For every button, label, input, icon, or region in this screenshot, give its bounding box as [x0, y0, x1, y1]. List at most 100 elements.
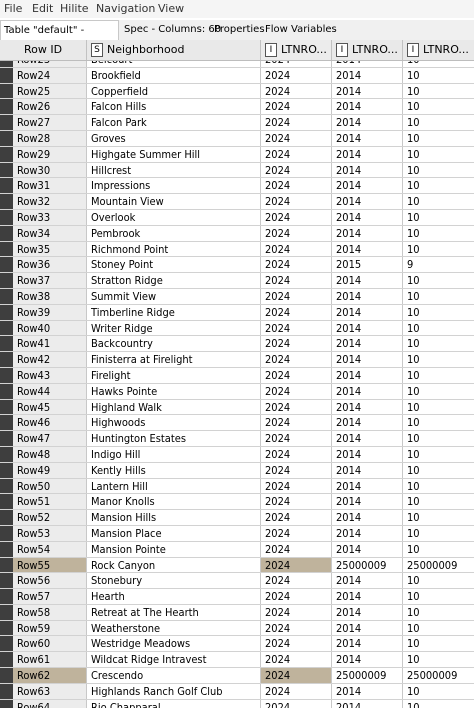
ltnro-1-cell[interactable]: 2024: [261, 320, 332, 336]
ltnro-3-cell[interactable]: 10: [403, 700, 474, 708]
ltnro-1-cell[interactable]: 2024: [261, 636, 332, 652]
neighborhood-cell[interactable]: Highgate Summer Hill: [87, 146, 261, 162]
ltnro-2-cell[interactable]: 2014: [332, 115, 403, 130]
row-id-cell[interactable]: Row61: [13, 652, 87, 668]
table-row[interactable]: Row23Belcourt2024201410: [0, 61, 474, 68]
neighborhood-cell[interactable]: Hillcrest: [87, 162, 261, 178]
table-row[interactable]: Row59 Weatherstone 2024 2014 10: [0, 620, 474, 637]
ltnro-1-cell[interactable]: 2024: [261, 494, 332, 510]
header-neighborhood[interactable]: S Neighborhood: [87, 40, 261, 60]
ltnro-1-cell[interactable]: 2024: [261, 194, 332, 209]
ltnro-3-cell[interactable]: 10: [403, 99, 474, 114]
row-id-cell[interactable]: Row49: [13, 462, 87, 478]
row-id-cell[interactable]: Row50: [13, 478, 87, 494]
neighborhood-cell[interactable]: Wildcat Ridge Intravest: [87, 652, 261, 668]
ltnro-3-cell[interactable]: 10: [403, 526, 474, 541]
ltnro-1-cell[interactable]: 2024: [261, 67, 332, 83]
ltnro-2-cell[interactable]: 2014: [332, 209, 403, 225]
table-row[interactable]: Row25 Copperfield 2024 2014 10: [0, 83, 474, 100]
neighborhood-cell[interactable]: Brookfield: [87, 67, 261, 83]
table-row[interactable]: Row33 Overlook 2024 2014 10: [0, 209, 474, 226]
ltnro-3-cell[interactable]: 10: [403, 384, 474, 399]
ltnro-3-cell[interactable]: 10: [403, 636, 474, 651]
ltnro-3-cell[interactable]: 9: [403, 257, 474, 272]
ltnro-2-cell[interactable]: 25000009: [332, 557, 403, 573]
row-id-cell[interactable]: Row55: [13, 557, 87, 573]
row-id-cell[interactable]: Row32: [13, 194, 87, 209]
ltnro-3-cell[interactable]: 10: [403, 368, 474, 383]
ltnro-3-cell[interactable]: 10: [403, 542, 474, 557]
ltnro-2-cell[interactable]: 2014: [332, 399, 403, 415]
tab-properties[interactable]: Properties: [211, 20, 268, 40]
table-row[interactable]: Row47 Huntington Estates 2024 2014 10: [0, 431, 474, 447]
table-row[interactable]: Row63 Highlands Ranch Golf Club 2024 2014 10: [0, 683, 474, 700]
neighborhood-cell[interactable]: Summit View: [87, 288, 261, 304]
neighborhood-cell[interactable]: Impressions: [87, 178, 261, 194]
ltnro-3-cell[interactable]: 10: [403, 573, 474, 588]
neighborhood-cell[interactable]: Groves: [87, 130, 261, 146]
ltnro-2-cell[interactable]: 2014: [332, 61, 403, 67]
ltnro-3-cell[interactable]: 10: [403, 479, 474, 494]
ltnro-2-cell[interactable]: 2014: [332, 273, 403, 288]
neighborhood-cell[interactable]: Finisterra at Firelight: [87, 352, 261, 367]
ltnro-1-cell[interactable]: 2024: [261, 178, 332, 194]
ltnro-2-cell[interactable]: 2014: [332, 241, 403, 257]
row-id-cell[interactable]: Row48: [13, 446, 87, 462]
ltnro-2-cell[interactable]: 2014: [332, 699, 403, 708]
ltnro-3-cell[interactable]: 10: [403, 147, 474, 162]
ltnro-1-cell[interactable]: 2024: [261, 115, 332, 130]
ltnro-1-cell[interactable]: 2024: [261, 589, 332, 604]
tab-flow-variables[interactable]: Flow Variables: [262, 20, 340, 40]
menu-edit[interactable]: Edit: [32, 2, 53, 15]
neighborhood-cell[interactable]: Kently Hills: [87, 462, 261, 478]
ltnro-1-cell[interactable]: 2024: [261, 288, 332, 304]
neighborhood-cell[interactable]: Mansion Hills: [87, 510, 261, 525]
ltnro-1-cell[interactable]: 2024: [261, 257, 332, 273]
table-row[interactable]: Row31 Impressions 2024 2014 10: [0, 178, 474, 195]
ltnro-1-cell[interactable]: 2024: [261, 683, 332, 699]
ltnro-2-cell[interactable]: 2014: [332, 304, 403, 320]
ltnro-2-cell[interactable]: 2014: [332, 604, 403, 620]
menu-hilite[interactable]: Hilite: [60, 2, 89, 15]
row-id-cell[interactable]: Row54: [13, 541, 87, 557]
neighborhood-cell[interactable]: Falcon Hills: [87, 99, 261, 115]
ltnro-2-cell[interactable]: 2014: [332, 431, 403, 446]
ltnro-2-cell[interactable]: 2014: [332, 320, 403, 336]
row-id-cell[interactable]: Row27: [13, 115, 87, 130]
header-ltnro-2[interactable]: I LTNRO...: [332, 40, 403, 60]
row-id-cell[interactable]: Row36: [13, 257, 87, 273]
ltnro-1-cell[interactable]: 2024: [261, 99, 332, 115]
row-id-cell[interactable]: Row37: [13, 273, 87, 288]
neighborhood-cell[interactable]: Backcountry: [87, 336, 261, 352]
ltnro-3-cell[interactable]: 10: [403, 178, 474, 193]
table-row[interactable]: Row41 Backcountry 2024 2014 10: [0, 336, 474, 353]
neighborhood-cell[interactable]: Stonebury: [87, 573, 261, 589]
ltnro-2-cell[interactable]: 2014: [332, 589, 403, 604]
ltnro-2-cell[interactable]: 25000009: [332, 668, 403, 683]
ltnro-1-cell[interactable]: 2024: [261, 462, 332, 478]
ltnro-2-cell[interactable]: 2014: [332, 683, 403, 699]
row-id-cell[interactable]: Row45: [13, 399, 87, 415]
ltnro-1-cell[interactable]: 2024: [261, 525, 332, 541]
table-row[interactable]: Row58 Retreat at The Hearth 2024 2014 10: [0, 604, 474, 621]
table-row[interactable]: Row34 Pembrook 2024 2014 10: [0, 225, 474, 242]
table-row[interactable]: Row61 Wildcat Ridge Intravest 2024 2014 10: [0, 652, 474, 669]
ltnro-1-cell[interactable]: 2024: [261, 352, 332, 367]
table-row[interactable]: Row37 Stratton Ridge 2024 2014 10: [0, 273, 474, 289]
table-row[interactable]: Row40 Writer Ridge 2024 2014 10: [0, 320, 474, 337]
neighborhood-cell[interactable]: Hawks Pointe: [87, 383, 261, 399]
neighborhood-cell[interactable]: Hearth: [87, 589, 261, 604]
header-ltnro-1[interactable]: I LTNRO...: [261, 40, 332, 60]
row-id-cell[interactable]: Row24: [13, 67, 87, 83]
ltnro-2-cell[interactable]: 2014: [332, 383, 403, 399]
neighborhood-cell[interactable]: Highwoods: [87, 415, 261, 431]
ltnro-3-cell[interactable]: 10: [403, 226, 474, 241]
table-row[interactable]: Row48 Indigo Hill 2024 2014 10: [0, 446, 474, 463]
ltnro-1-cell[interactable]: 2024: [261, 304, 332, 320]
table-row[interactable]: Row56 Stonebury 2024 2014 10: [0, 573, 474, 590]
row-id-cell[interactable]: Row38: [13, 288, 87, 304]
neighborhood-cell[interactable]: Overlook: [87, 209, 261, 225]
table-row[interactable]: Row46 Highwoods 2024 2014 10: [0, 415, 474, 432]
ltnro-2-cell[interactable]: 2014: [332, 130, 403, 146]
ltnro-3-cell[interactable]: 10: [403, 321, 474, 336]
